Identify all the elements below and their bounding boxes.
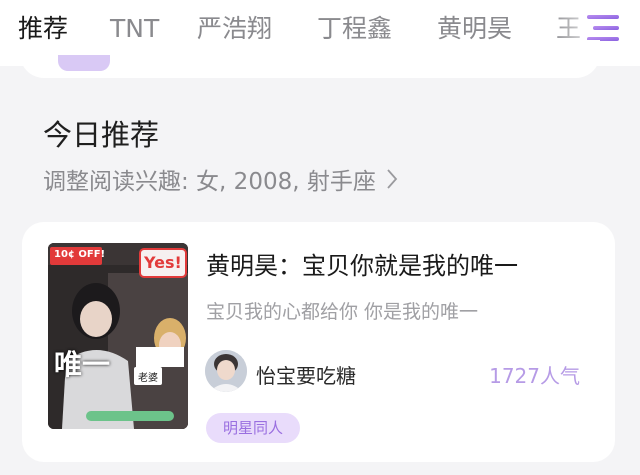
author-name[interactable]: 怡宝要吃糖 bbox=[256, 360, 356, 389]
cover-big-text: 唯一 bbox=[54, 348, 111, 381]
section-title: 今日推荐 bbox=[43, 118, 160, 152]
author-avatar[interactable] bbox=[205, 350, 247, 392]
article-cover-image[interactable]: 10¢ OFF! Yes! 唯一 老婆 bbox=[48, 243, 188, 429]
previous-card-tag bbox=[58, 55, 110, 71]
cover-badge-right: Yes! bbox=[144, 253, 182, 272]
cover-badge-left: 10¢ OFF! bbox=[54, 249, 106, 260]
cover-sticker-small: 老婆 bbox=[138, 373, 158, 384]
category-tag[interactable]: 明星同人 bbox=[206, 413, 300, 443]
adjust-interest-link[interactable]: 调整阅读兴趣: 女, 2008, 射手座 bbox=[43, 162, 398, 196]
article-title[interactable]: 黄明昊：宝贝你就是我的唯一 bbox=[206, 246, 518, 281]
avatar-image bbox=[205, 350, 247, 392]
chevron-right-icon bbox=[387, 169, 398, 189]
article-summary: 宝贝我的心都给你 你是我的唯一 bbox=[206, 301, 479, 323]
popularity-count: 1727人气 bbox=[489, 364, 580, 388]
interest-text: 调整阅读兴趣: 女, 2008, 射手座 bbox=[43, 169, 376, 195]
